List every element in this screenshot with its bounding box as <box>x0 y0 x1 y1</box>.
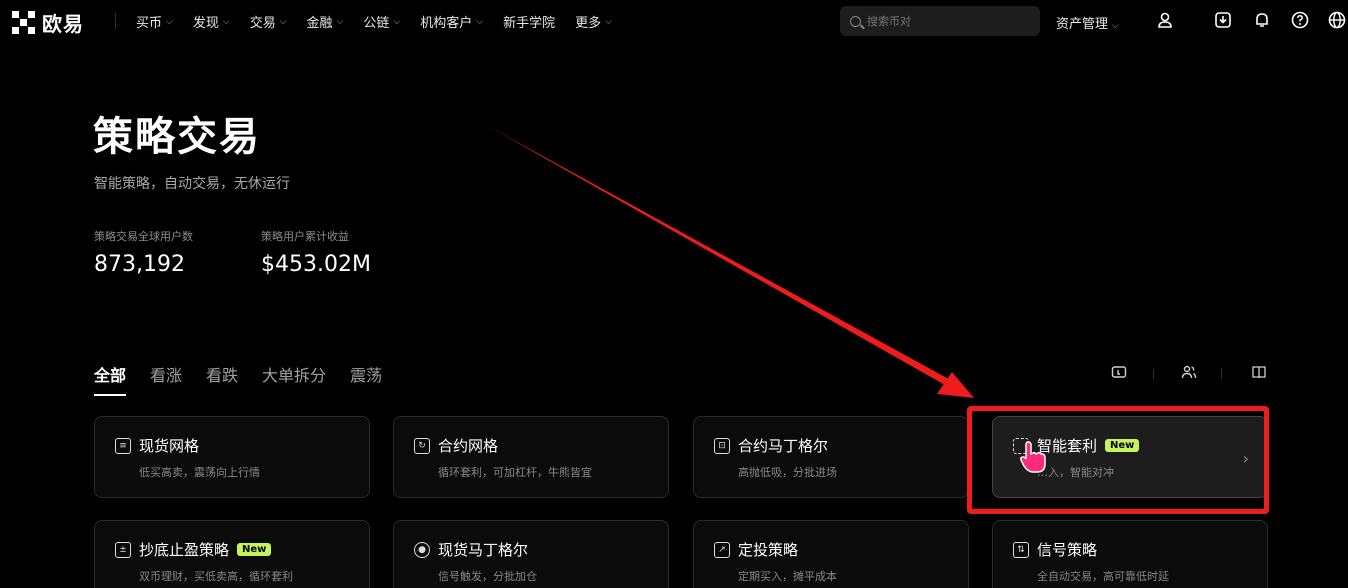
hand-cursor-icon <box>1018 440 1048 482</box>
annotation-highlight-box <box>967 406 1269 514</box>
